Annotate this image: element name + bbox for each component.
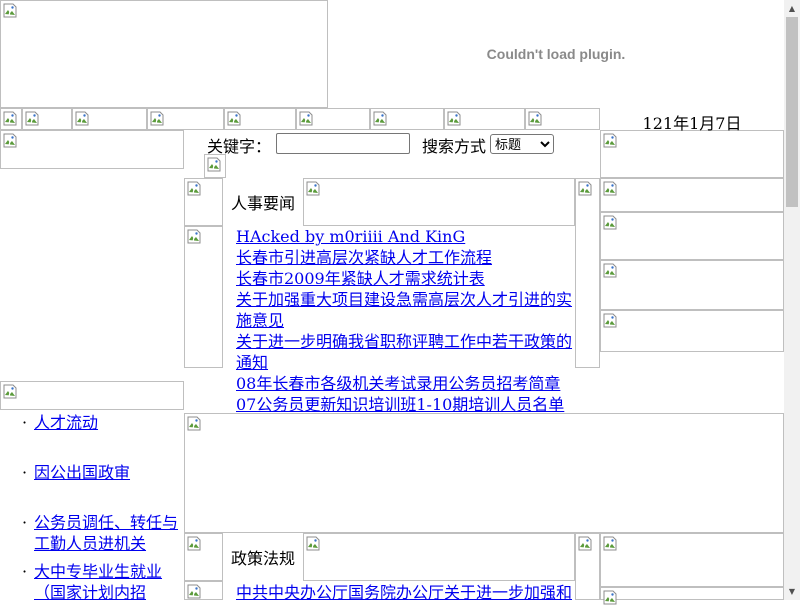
broken-image-icon: [299, 111, 313, 126]
middle-banner-image: [184, 413, 784, 533]
broken-image-icon: [3, 384, 17, 399]
sidebar-item[interactable]: 因公出国政审: [22, 462, 184, 483]
news-link[interactable]: HAcked by m0riiii And KinG: [236, 227, 465, 246]
plugin-error-text: Couldn't load plugin.: [486, 46, 626, 62]
sidebar-item[interactable]: 大中专毕业生就业（国家计划内招: [22, 561, 184, 603]
broken-image-icon: [578, 536, 592, 551]
broken-image-icon: [3, 133, 17, 148]
broken-image-icon: [603, 536, 617, 551]
current-date: 121年1月7日: [642, 114, 742, 133]
sidebar-link[interactable]: 因公出国政审: [34, 463, 130, 482]
news-link[interactable]: 08年长春市各级机关考试录用公务员招考简章: [236, 374, 560, 393]
broken-image-icon: [603, 263, 617, 278]
broken-image-icon: [603, 313, 617, 328]
nav-image-2: [22, 108, 72, 130]
policy-right-image: [575, 533, 600, 600]
sidebar-links: 人才流动 因公出国政审 公务员调任、转任与工勤人员进机关 大中专毕业生就业（国家…: [22, 410, 184, 603]
search-mode-select[interactable]: 标题: [490, 134, 554, 154]
news-item[interactable]: 长春市2009年紧缺人才需求统计表: [236, 268, 578, 289]
news-link[interactable]: 长春市2009年紧缺人才需求统计表: [236, 269, 485, 288]
right-image-5: [600, 310, 784, 352]
broken-image-icon: [187, 181, 201, 196]
policy-title: 政策法规: [231, 549, 296, 568]
news-item[interactable]: 长春市引进高层次紧缺人才工作流程: [236, 247, 578, 268]
right-image-7: [600, 587, 784, 605]
personnel-news-list: HAcked by m0riiii And KinG 长春市引进高层次紧缺人才工…: [236, 226, 578, 415]
news-item[interactable]: 08年长春市各级机关考试录用公务员招考简章: [236, 373, 578, 394]
left-header-image: [0, 130, 184, 169]
news-link[interactable]: 关于加强重大项目建设急需高层次人才引进的实施意见: [236, 290, 572, 330]
nav-image-6: [296, 108, 370, 130]
sidebar-link[interactable]: 大中专毕业生就业（国家计划内招: [34, 562, 162, 602]
broken-image-icon: [447, 111, 461, 126]
plugin-placeholder: Couldn't load plugin.: [328, 0, 784, 108]
scroll-up-icon[interactable]: ▲: [784, 0, 800, 17]
sidebar-item[interactable]: 人才流动: [22, 412, 184, 433]
news-item[interactable]: HAcked by m0riiii And KinG: [236, 226, 578, 247]
nav-image-7: [370, 108, 444, 130]
search-mode-label: 搜索方式: [422, 137, 487, 156]
sidebar-item[interactable]: 公务员调任、转任与工勤人员进机关: [22, 512, 184, 554]
broken-image-icon: [187, 536, 201, 551]
nav-image-9: [525, 108, 600, 130]
left-section-image: [0, 381, 184, 410]
news-link[interactable]: 长春市引进高层次紧缺人才工作流程: [236, 248, 492, 267]
nav-image-1: [0, 108, 22, 130]
policy-left-image: [184, 533, 223, 581]
right-image-2: [600, 178, 784, 212]
vertical-scrollbar[interactable]: ▲ ▼: [784, 0, 800, 600]
broken-image-icon: [528, 111, 542, 126]
broken-image-icon: [578, 181, 592, 196]
news-item[interactable]: 关于加强重大项目建设急需高层次人才引进的实施意见: [236, 289, 578, 331]
broken-image-icon: [227, 111, 241, 126]
broken-image-icon: [603, 590, 617, 605]
nav-image-3: [72, 108, 147, 130]
right-image-1: [600, 130, 784, 178]
broken-image-icon: [3, 3, 17, 18]
broken-image-icon: [187, 229, 201, 244]
banner-image: [0, 0, 328, 108]
right-image-6: [600, 533, 784, 587]
news-item[interactable]: 关于进一步明确我省职称评聘工作中若干政策的通知: [236, 331, 578, 373]
nav-image-5: [224, 108, 296, 130]
nav-image-4: [147, 108, 224, 130]
policy-title-image: [303, 533, 575, 581]
scrollbar-thumb[interactable]: [786, 17, 798, 207]
broken-image-icon: [25, 111, 39, 126]
personnel-news-title: 人事要闻: [231, 194, 296, 213]
broken-image-icon: [603, 215, 617, 230]
news-link[interactable]: 07公务员更新知识培训班1-10期培训人员名单: [236, 395, 564, 414]
right-image-3: [600, 212, 784, 260]
broken-image-icon: [306, 181, 320, 196]
right-image-4: [600, 260, 784, 310]
keyword-input[interactable]: [276, 133, 410, 154]
broken-image-icon: [603, 133, 617, 148]
broken-image-icon: [373, 111, 387, 126]
scroll-down-icon[interactable]: ▼: [784, 583, 800, 600]
sidebar-link[interactable]: 公务员调任、转任与工勤人员进机关: [34, 513, 178, 553]
search-button-image: [204, 154, 226, 178]
personnel-side-image: [184, 226, 223, 368]
keyword-label: 关键字：: [207, 137, 272, 156]
broken-image-icon: [187, 584, 201, 599]
broken-image-icon: [306, 536, 320, 551]
policy-side-image: [184, 581, 223, 600]
broken-image-icon: [150, 111, 164, 126]
broken-image-icon: [3, 111, 17, 126]
broken-image-icon: [207, 157, 221, 172]
news-link[interactable]: 关于进一步明确我省职称评聘工作中若干政策的通知: [236, 332, 572, 372]
broken-image-icon: [603, 181, 617, 196]
broken-image-icon: [187, 416, 201, 431]
news-link[interactable]: 中共中央办公厅国务院办公厅关于进一步加强和: [236, 583, 572, 602]
personnel-title-image: [303, 178, 575, 226]
nav-image-8: [444, 108, 525, 130]
personnel-right-image: [575, 178, 600, 368]
news-item[interactable]: 07公务员更新知识培训班1-10期培训人员名单: [236, 394, 578, 415]
broken-image-icon: [75, 111, 89, 126]
personnel-left-image: [184, 178, 223, 226]
sidebar-link[interactable]: 人才流动: [34, 413, 98, 432]
